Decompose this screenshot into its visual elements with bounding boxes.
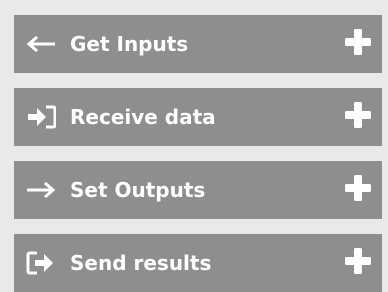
- arrow-right-icon: [24, 177, 58, 203]
- plus-icon: [344, 174, 372, 206]
- category-send-results[interactable]: Send results: [14, 234, 382, 292]
- add-button[interactable]: [342, 28, 374, 60]
- plus-icon: [344, 28, 372, 60]
- add-button[interactable]: [342, 247, 374, 279]
- sign-out-icon: [24, 250, 58, 276]
- category-label: Set Outputs: [70, 178, 206, 202]
- plus-icon: [344, 247, 372, 279]
- category-set-outputs[interactable]: Set Outputs: [14, 161, 382, 219]
- plus-icon: [344, 101, 372, 133]
- sign-in-icon: [24, 104, 58, 130]
- arrow-left-icon: [24, 31, 58, 57]
- add-button[interactable]: [342, 101, 374, 133]
- block-category-list: Get Inputs Receive data Set Outputs Send…: [0, 0, 388, 292]
- category-receive-data[interactable]: Receive data: [14, 88, 382, 146]
- category-label: Get Inputs: [70, 32, 189, 56]
- category-get-inputs[interactable]: Get Inputs: [14, 15, 382, 73]
- add-button[interactable]: [342, 174, 374, 206]
- category-label: Send results: [70, 251, 212, 275]
- category-label: Receive data: [70, 105, 216, 129]
